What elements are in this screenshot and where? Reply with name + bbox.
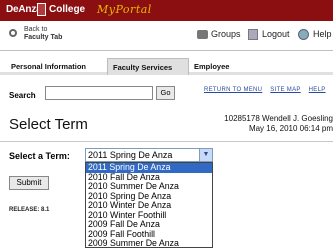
logout-icon[interactable] — [248, 29, 258, 40]
page-title: Select Term — [9, 116, 88, 133]
back-link[interactable]: Back to Faculty Tab — [24, 26, 62, 42]
groups-icon[interactable] — [197, 30, 208, 39]
search-label: Search — [9, 91, 36, 100]
back-icon[interactable] — [9, 29, 17, 37]
divider — [0, 141, 333, 142]
term-selected-value: 2011 Spring De Anza — [88, 150, 173, 160]
release-label: RELEASE: 8.1 — [9, 207, 50, 213]
submit-button[interactable]: Submit — [9, 176, 49, 190]
return-to-menu-link[interactable]: RETURN TO MENU — [204, 87, 262, 93]
help-link[interactable]: Help — [313, 29, 332, 39]
back-line2: Faculty Tab — [24, 34, 63, 41]
term-option[interactable]: 2009 Summer De Anza — [86, 238, 212, 247]
brand-college: College — [49, 4, 86, 15]
site-map-link[interactable]: SITE MAP — [270, 87, 300, 93]
top-links: RETURN TO MENU SITE MAP HELP — [204, 87, 332, 93]
nav-row: Back to Faculty Tab Groups Logout Help — [0, 21, 333, 51]
user-id-name: 10285178 Wendell J. Goesling — [224, 114, 333, 123]
user-timestamp: May 16, 2010 06:14 pm — [248, 124, 333, 133]
search-input[interactable] — [45, 86, 153, 100]
chevron-down-icon[interactable]: ▼ — [199, 149, 212, 161]
help-icon[interactable] — [298, 29, 309, 40]
tab-bar: Personal Information Faculty Services Em… — [0, 58, 333, 75]
college-logo-icon — [37, 3, 46, 16]
user-info: 10285178 Wendell J. Goesling May 16, 201… — [209, 114, 333, 134]
tab-personal-information[interactable]: Personal Information — [6, 58, 106, 75]
help-text-link[interactable]: HELP — [309, 87, 326, 93]
groups-link[interactable]: Groups — [211, 29, 241, 39]
tab-faculty-services[interactable]: Faculty Services — [107, 58, 189, 75]
term-dropdown-list[interactable]: 2011 Spring De Anza 2010 Fall De Anza 20… — [85, 162, 213, 248]
tab-employee[interactable]: Employee — [189, 58, 249, 75]
header-bar: DeAnza College MyPortal — [0, 0, 333, 21]
term-label: Select a Term: — [9, 151, 70, 161]
term-select[interactable]: 2011 Spring De Anza ▼ — [85, 148, 213, 162]
logout-link[interactable]: Logout — [262, 29, 290, 39]
portal-title: MyPortal — [97, 3, 152, 16]
back-line1: Back to — [24, 26, 48, 33]
go-button[interactable]: Go — [156, 86, 175, 100]
